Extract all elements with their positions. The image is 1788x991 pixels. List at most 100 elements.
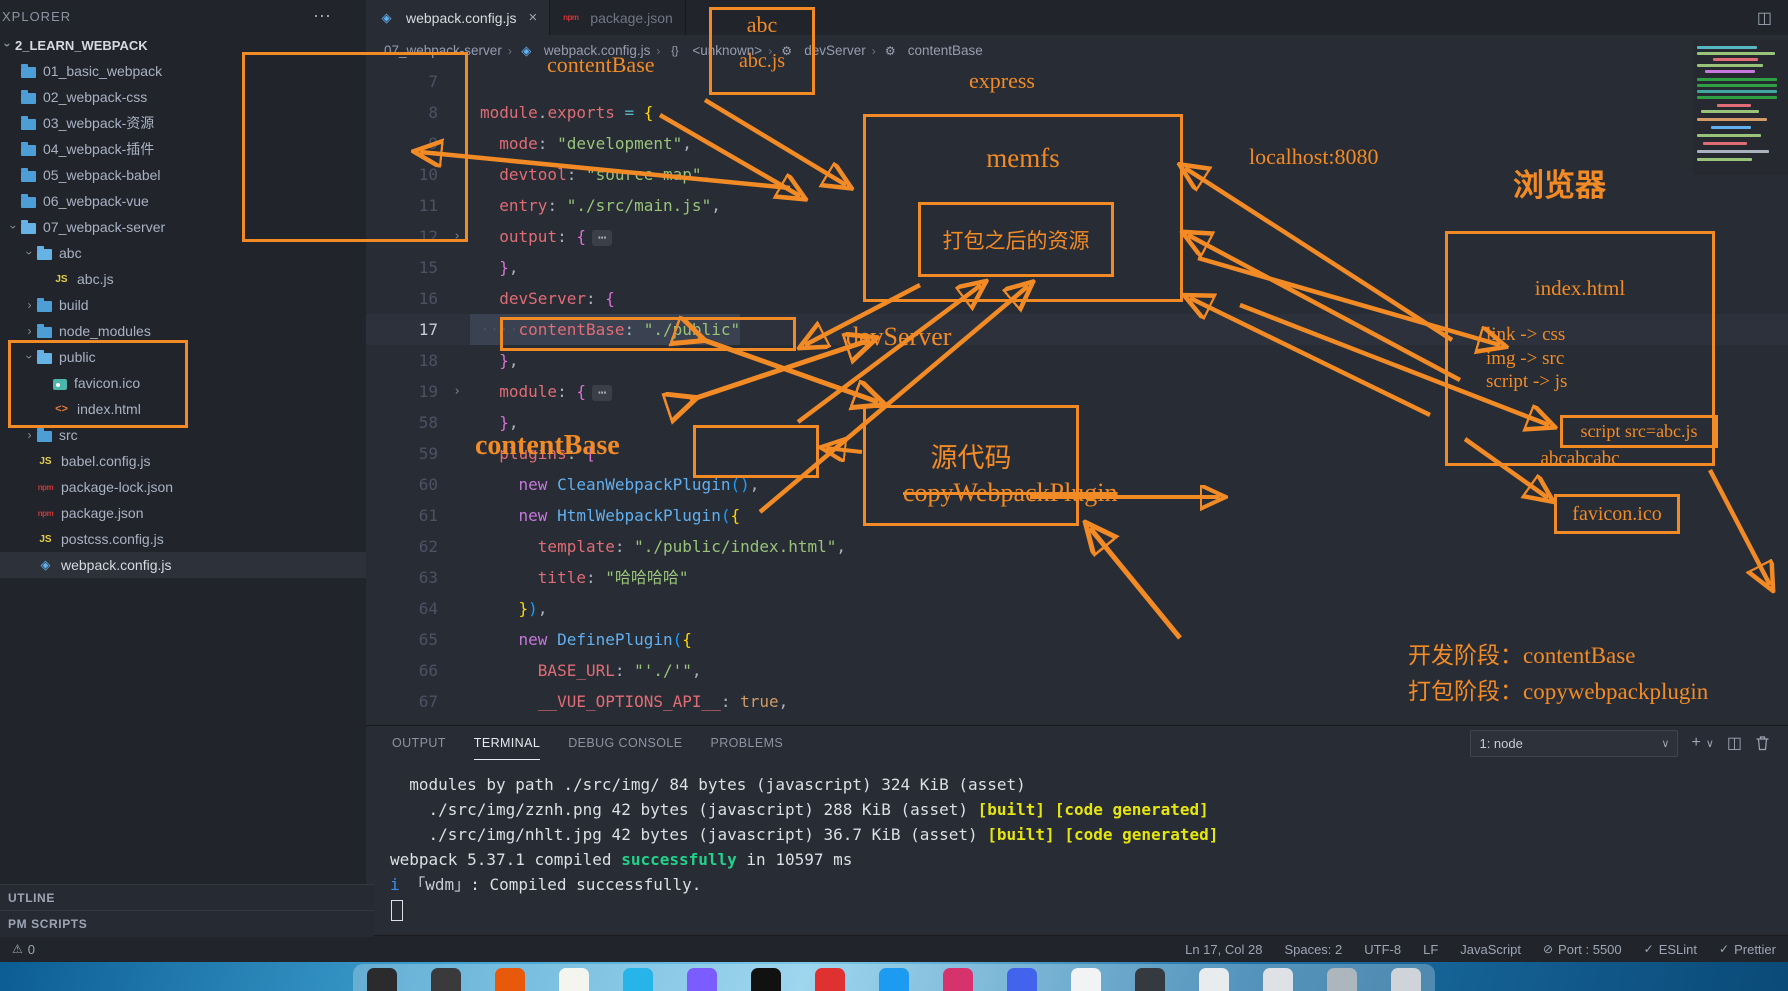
new-terminal-button[interactable]: + [1691,734,1700,752]
tree-item-index.html[interactable]: <> index.html [0,396,366,422]
code-line[interactable]: 60 new CleanWebpackPlugin(), [366,469,1788,500]
code-editor[interactable]: 7 8 module.exports = {9 mode: "development… [366,66,1788,725]
dock-icon[interactable] [1199,968,1229,991]
tree-item-abc.js[interactable]: JS abc.js [0,266,366,292]
dock-icon[interactable] [1135,968,1165,991]
code-line[interactable]: 8 module.exports = { [366,97,1788,128]
code-line[interactable]: 58 }, [366,407,1788,438]
breadcrumb-item[interactable]: 07_webpack-server [384,43,502,58]
fold-icon[interactable]: › [444,221,470,252]
tree-item-package-lock.json[interactable]: npm package-lock.json [0,474,366,500]
tab-package.json[interactable]: npm package.json [550,0,686,35]
tree-item-01_basic_webpack[interactable]: 01_basic_webpack [0,58,366,84]
split-terminal-button[interactable]: ◫ [1727,733,1742,753]
tree-item-src[interactable]: › src [0,422,366,448]
chevron-down-icon[interactable]: ∨ [1706,737,1714,750]
tree-item-package.json[interactable]: npm package.json [0,500,366,526]
code-line[interactable]: 64 }), [366,593,1788,624]
status-item-eslint[interactable]: ✓ ESLint [1644,942,1697,957]
status-item-spaces-2[interactable]: Spaces: 2 [1284,942,1342,957]
outline-section-header[interactable]: UTLINE [0,884,374,911]
dock-icon[interactable] [559,968,589,991]
close-icon[interactable]: × [529,9,538,26]
tree-item-node_modules[interactable]: › node_modules [0,318,366,344]
tree-item-02_webpack-css[interactable]: 02_webpack-css [0,84,366,110]
dock-icon[interactable] [1263,968,1293,991]
panel-tab-output[interactable]: OUTPUT [392,726,446,760]
status-item-port-5500[interactable]: ⊘ Port : 5500 [1543,942,1622,957]
code-line[interactable]: 7 [366,66,1788,97]
code-line[interactable]: 9 mode: "development", [366,128,1788,159]
dock-icon[interactable] [879,968,909,991]
breadcrumb-item[interactable]: ⚙ contentBase [882,43,983,58]
status-item-prettier[interactable]: ✓ Prettier [1719,942,1776,957]
more-actions-icon[interactable]: ⋯ [313,6,332,27]
code-token: , [508,351,519,370]
terminal-output[interactable]: modules by path ./src/img/ 84 bytes (jav… [366,760,1788,928]
dock-icon[interactable] [687,968,717,991]
status-item-ln-17-col-28[interactable]: Ln 17, Col 28 [1185,942,1262,957]
code-line[interactable]: 17 ····contentBase: "./public" [366,314,1788,345]
breadcrumb-item[interactable]: {} <unknown> [666,43,762,58]
tree-item-webpack.config.js[interactable]: ◈ webpack.config.js [0,552,366,578]
kill-terminal-icon[interactable] [1755,735,1770,751]
code-line[interactable]: 12 › output: {⋯ [366,221,1788,252]
tree-item-build[interactable]: › build [0,292,366,318]
code-line[interactable]: 67 __VUE_OPTIONS_API__: true, [366,686,1788,717]
panel-tab-terminal[interactable]: TERMINAL [473,726,541,760]
tree-item-07_webpack-server[interactable]: › 07_webpack-server [0,214,366,240]
code-line[interactable]: 66 BASE_URL: "'./'", [366,655,1788,686]
status-item-lf[interactable]: LF [1423,942,1438,957]
code-token: ⋯ [591,230,613,246]
terminal-text: ./src/img/nhlt.jpg 42 bytes (javascript)… [390,825,988,844]
tree-item-05_webpack-babel[interactable]: 05_webpack-babel [0,162,366,188]
terminal-shell-select[interactable]: 1: node ∨ [1470,729,1679,757]
dock-icon[interactable] [1327,968,1357,991]
tree-item-label: babel.config.js [61,453,151,469]
code-line[interactable]: 10 devtool: "source-map", [366,159,1788,190]
status-problems[interactable]: ⚠ 0 [12,942,35,957]
dock-icon[interactable] [1007,968,1037,991]
tree-item-06_webpack-vue[interactable]: 06_webpack-vue [0,188,366,214]
tree-item-04_webpack-插件[interactable]: 04_webpack-插件 [0,136,366,162]
tree-item-abc[interactable]: › abc [0,240,366,266]
tree-item-label: postcss.config.js [61,531,164,547]
fold-icon[interactable]: › [444,376,470,407]
folder-open-icon [37,245,52,260]
code-line[interactable]: 19 › module: {⋯ [366,376,1788,407]
dock-icon[interactable] [943,968,973,991]
npm-scripts-section-header[interactable]: PM SCRIPTS [0,910,374,937]
dock-icon[interactable] [367,968,397,991]
tree-item-postcss.config.js[interactable]: JS postcss.config.js [0,526,366,552]
breadcrumb-item[interactable]: ◈ webpack.config.js [518,43,650,59]
workspace-section-header[interactable]: › 2_LEARN_WEBPACK [0,32,366,58]
code-line[interactable]: 65 new DefinePlugin({ [366,624,1788,655]
code-line[interactable]: 18 }, [366,345,1788,376]
code-line[interactable]: 59 plugins: [ [366,438,1788,469]
status-item-utf-8[interactable]: UTF-8 [1364,942,1401,957]
dock-icon[interactable] [1391,968,1421,991]
code-line[interactable]: 62 template: "./public/index.html", [366,531,1788,562]
code-line[interactable]: 16 devServer: { [366,283,1788,314]
dock-icon[interactable] [751,968,781,991]
code-line[interactable]: 15 }, [366,252,1788,283]
code-line[interactable]: 61 new HtmlWebpackPlugin({ [366,500,1788,531]
dock-icon[interactable] [1071,968,1101,991]
tree-item-favicon.ico[interactable]: favicon.ico [0,370,366,396]
tree-item-babel.config.js[interactable]: JS babel.config.js [0,448,366,474]
panel-tab-problems[interactable]: PROBLEMS [710,726,783,760]
code-line[interactable]: 11 entry: "./src/main.js", [366,190,1788,221]
dock-icon[interactable] [623,968,653,991]
tab-webpack.config.js[interactable]: ◈ webpack.config.js × [366,0,551,35]
dock-icon[interactable] [495,968,525,991]
minimap[interactable] [1693,40,1788,175]
code-line[interactable]: 63 title: "哈哈哈哈" [366,562,1788,593]
tree-item-public[interactable]: › public [0,344,366,370]
dock-icon[interactable] [431,968,461,991]
breadcrumb-item[interactable]: ⚙ devServer [778,43,865,58]
status-item-javascript[interactable]: JavaScript [1460,942,1521,957]
split-editor-icon[interactable]: ◫ [1757,8,1772,28]
tree-item-03_webpack-资源[interactable]: 03_webpack-资源 [0,110,366,136]
dock-icon[interactable] [815,968,845,991]
panel-tab-debug-console[interactable]: DEBUG CONSOLE [568,726,682,760]
